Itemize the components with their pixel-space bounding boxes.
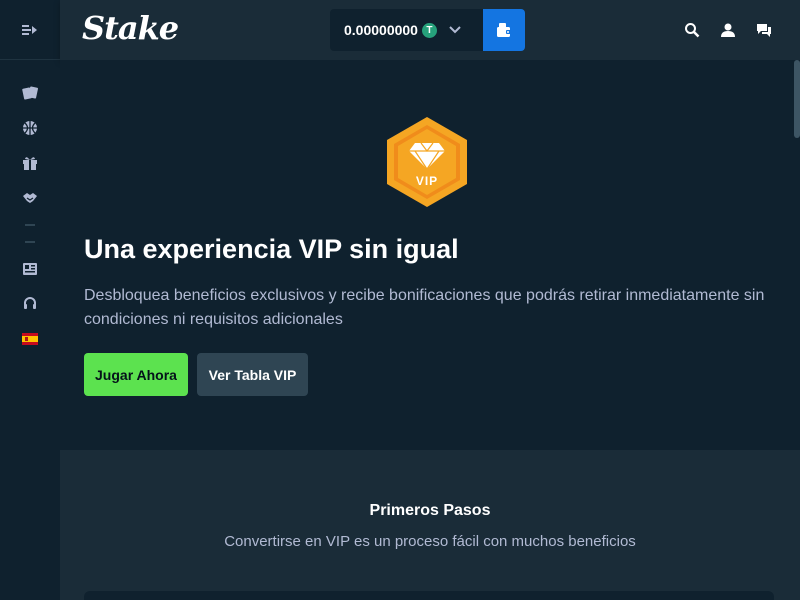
section-title: Primeros Pasos: [369, 502, 491, 519]
gift-icon: [23, 157, 37, 170]
sidebar-item-language[interactable]: [18, 327, 42, 351]
sidebar-divider: [25, 241, 35, 243]
page-title: Una experiencia VIP sin igual: [84, 234, 459, 264]
chat-icon: [757, 24, 771, 37]
sidebar-item-blog[interactable]: [18, 257, 42, 281]
vip-table-button[interactable]: Ver Tabla VIP: [197, 353, 308, 396]
sidebar-item-promotions[interactable]: [18, 151, 42, 175]
tether-coin-icon: T: [421, 22, 437, 38]
page-scrollbar[interactable]: [794, 60, 800, 138]
sidebar: [0, 0, 60, 600]
first-steps-section: Primeros Pasos Convertirse en VIP es un …: [60, 450, 800, 600]
sidebar-divider: [25, 224, 35, 226]
search-button[interactable]: [680, 18, 704, 42]
wallet-icon: [497, 23, 511, 37]
steps-card: [84, 591, 774, 600]
vip-hero: VIP Una experiencia VIP sin igual Desblo…: [60, 60, 800, 450]
sidebar-item-sports[interactable]: [18, 116, 42, 140]
user-icon: [721, 23, 735, 37]
chevron-down-icon: [449, 26, 461, 34]
sidebar-item-casino[interactable]: [18, 81, 42, 105]
newspaper-icon: [23, 263, 37, 275]
balance-amount: 0.00000000: [344, 22, 418, 38]
wallet-button[interactable]: [483, 9, 525, 51]
sidebar-item-affiliate[interactable]: [18, 186, 42, 210]
section-subtitle: Convertirse en VIP es un proceso fácil c…: [224, 533, 636, 550]
handshake-icon: [23, 193, 37, 203]
collapse-arrow-icon: [22, 24, 37, 35]
play-now-button[interactable]: Jugar Ahora: [84, 353, 188, 396]
vip-badge-label: VIP: [416, 174, 438, 188]
user-button[interactable]: [716, 18, 740, 42]
balance-selector[interactable]: 0.00000000 T: [330, 9, 483, 51]
headset-icon: [24, 297, 36, 309]
spain-flag-icon: [22, 333, 38, 345]
cards-icon: [22, 86, 38, 100]
stake-logo[interactable]: Stake: [82, 9, 179, 47]
chat-button[interactable]: [752, 18, 776, 42]
search-icon: [685, 23, 700, 38]
top-header: Stake 0.00000000 T: [60, 0, 800, 60]
vip-badge-icon: VIP: [387, 117, 467, 207]
hero-description: Desbloquea beneficios exclusivos y recib…: [84, 287, 765, 328]
sidebar-toggle-button[interactable]: [0, 0, 60, 60]
basketball-icon: [23, 121, 37, 135]
sidebar-item-support[interactable]: [18, 292, 42, 316]
